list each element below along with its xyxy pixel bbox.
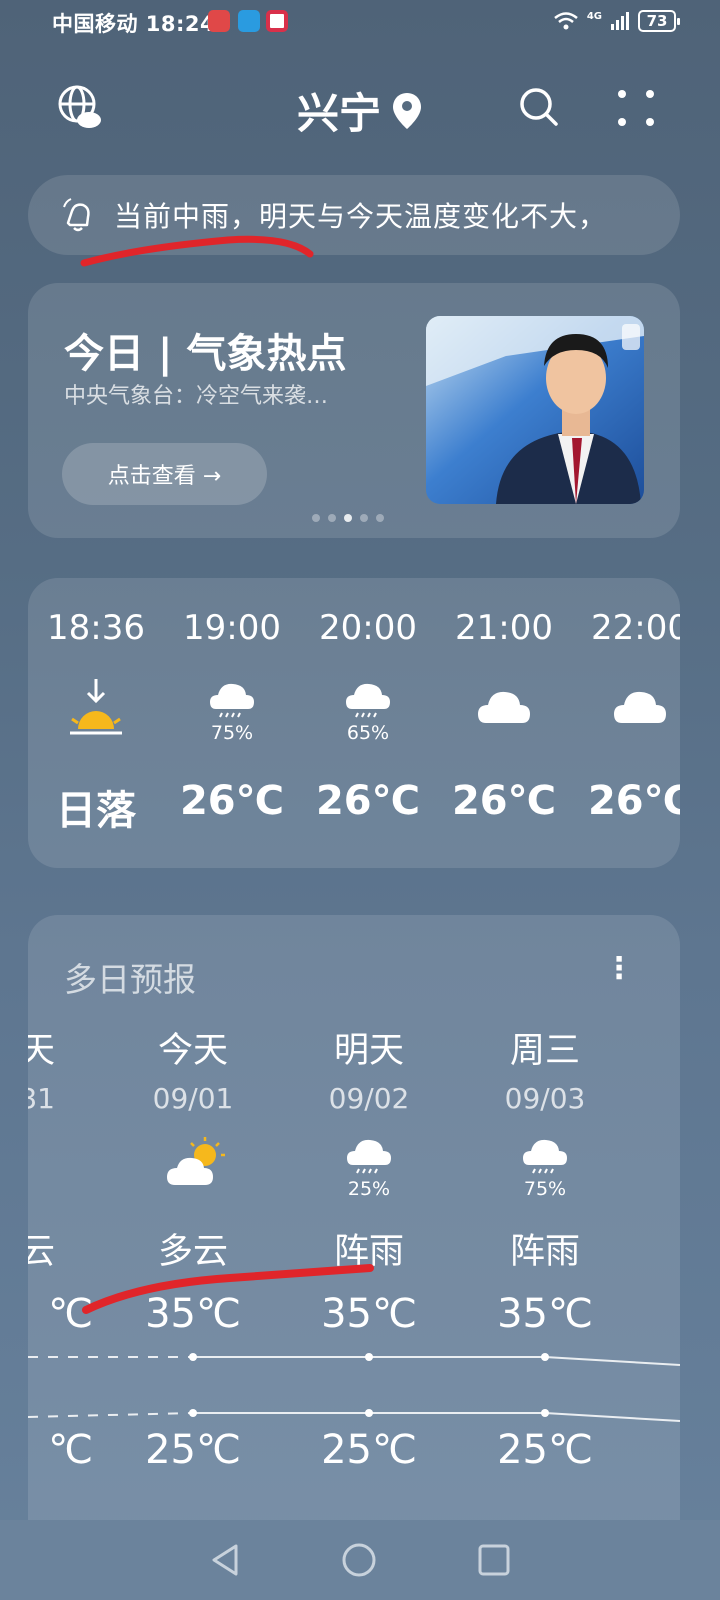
app-notification-icon — [208, 10, 230, 32]
hourly-item: 19:00 75% 26℃ — [164, 578, 300, 868]
day-low-temp: 25℃ — [321, 1427, 417, 1473]
more-options-icon[interactable] — [616, 88, 656, 128]
city-name: 兴宁 — [296, 89, 381, 138]
day-name: 今天 — [157, 1031, 228, 1071]
hour-temp: 日落 — [56, 788, 136, 834]
day-date: 09/02 — [328, 1082, 410, 1115]
hot-topic-subtitle: 中央气象台：冷空气来袭… — [64, 384, 329, 409]
day-forecast-item: 明天 09/02 25% 阵雨 35℃ 25℃ — [281, 915, 457, 1520]
carousel-dot — [328, 514, 336, 522]
hour-time: 22:00 — [591, 608, 680, 648]
carousel-dot-active — [344, 514, 352, 522]
app-notification-icon — [238, 10, 260, 32]
day-low-temp: 25℃ — [145, 1427, 241, 1473]
weather-hot-topic-card[interactable]: 今日 | 气象热点 中央气象台：冷空气来袭… 点击查看 → — [28, 283, 680, 538]
city-header[interactable]: 兴宁 — [0, 80, 720, 141]
system-navigation-bar — [0, 1520, 720, 1600]
day-name: 明天 — [333, 1031, 404, 1071]
home-icon[interactable] — [341, 1542, 377, 1578]
hourly-forecast-card[interactable]: 18:36 日落 19:00 75% 26℃ 20:00 65% 26℃ 21:… — [28, 578, 680, 868]
day-name: 天 — [28, 1031, 55, 1071]
hourly-item: 18:36 日落 — [28, 578, 164, 868]
day-forecast-item: 天 31 云 ℃ ℃ — [28, 915, 105, 1520]
partly-cloudy-icon — [28, 1133, 45, 1193]
day-date: 09/03 — [504, 1082, 586, 1115]
hour-time: 18:36 — [47, 608, 145, 648]
hour-time: 20:00 — [319, 608, 417, 648]
carousel-dot — [312, 514, 320, 522]
multi-day-forecast-card[interactable]: 多日预报 ⋮ 天 31 云 ℃ ℃ 今天 09/01 多云 35℃ 25℃ 明天… — [28, 915, 680, 1520]
battery-indicator: 73 — [638, 10, 680, 32]
day-forecast-item: 今天 09/01 多云 35℃ 25℃ — [105, 915, 281, 1520]
view-details-button[interactable]: 点击查看 → — [62, 443, 267, 505]
search-icon[interactable] — [518, 86, 560, 128]
day-condition: 阵雨 — [509, 1232, 580, 1272]
cloud-icon — [614, 691, 666, 723]
carousel-indicator — [312, 514, 384, 522]
partly-cloudy-icon — [167, 1137, 225, 1185]
hourly-item: 22:00 26℃ — [572, 578, 680, 868]
carousel-dot — [376, 514, 384, 522]
recents-icon[interactable] — [477, 1543, 511, 1577]
network-type: 4G — [586, 10, 602, 22]
day-low-temp: 25℃ — [497, 1427, 593, 1473]
carousel-dot — [360, 514, 368, 522]
red-handwritten-underline — [80, 235, 314, 267]
day-high-temp: 35℃ — [497, 1291, 593, 1337]
day-date: 09/01 — [152, 1082, 234, 1115]
day-name: 周三 — [509, 1031, 580, 1071]
day-date: 31 — [28, 1082, 55, 1115]
hour-temp: 26℃ — [587, 778, 680, 824]
hour-temp: 26℃ — [451, 778, 557, 824]
hour-precip-chance: 65% — [346, 722, 390, 744]
day-precip-chance: 25% — [347, 1178, 391, 1200]
day-low-temp: ℃ — [48, 1427, 93, 1473]
back-icon[interactable] — [209, 1542, 241, 1578]
app-notification-icon — [266, 10, 288, 32]
hour-time: 19:00 — [183, 608, 281, 648]
hot-topic-title: 今日 | 气象热点 — [64, 331, 347, 377]
hour-temp: 26℃ — [179, 778, 285, 824]
wifi-icon — [554, 12, 578, 30]
day-precip-chance: 75% — [523, 1178, 567, 1200]
hourly-item: 21:00 26℃ — [436, 578, 572, 868]
red-handwritten-underline — [82, 1264, 374, 1314]
sunset-icon — [70, 679, 122, 735]
signal-icon — [611, 12, 629, 30]
cloud-icon — [478, 691, 530, 723]
hour-precip-chance: 75% — [210, 722, 254, 744]
news-anchor-thumbnail[interactable] — [426, 316, 644, 504]
day-forecast-item: 周三 09/03 75% 阵雨 35℃ 25℃ — [457, 915, 633, 1520]
location-pin-icon — [393, 92, 421, 129]
status-indicators: 4G 73 — [553, 10, 680, 32]
hour-time: 21:00 — [455, 608, 553, 648]
hour-temp: 26℃ — [315, 778, 421, 824]
status-carrier-time: 中国移动 18:24 — [52, 12, 216, 36]
hourly-item: 20:00 65% 26℃ — [300, 578, 436, 868]
